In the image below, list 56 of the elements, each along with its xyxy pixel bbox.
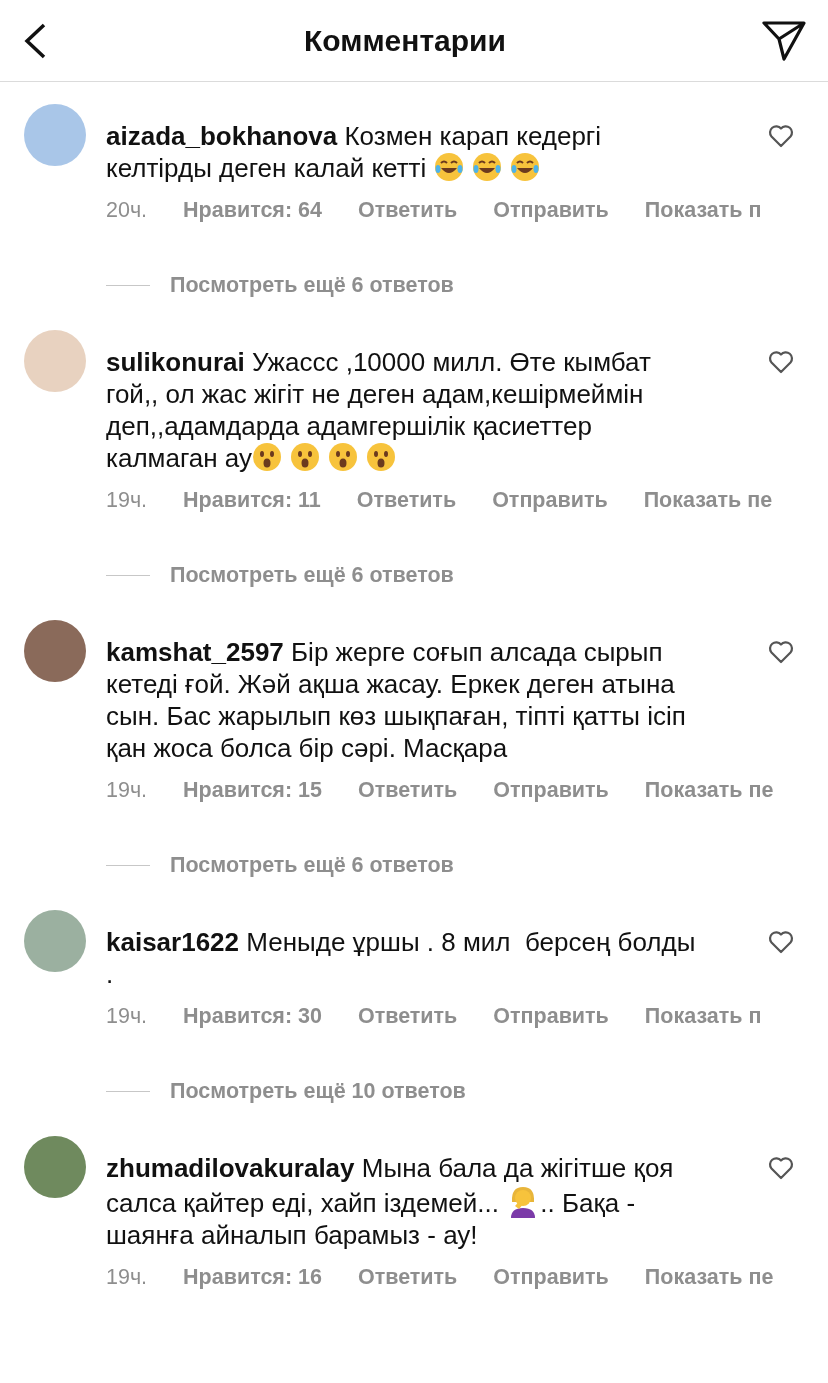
reply-link[interactable]: Ответить xyxy=(356,488,457,513)
like-button[interactable] xyxy=(768,640,794,664)
heart-icon xyxy=(768,1156,794,1180)
likes-count[interactable]: Нравится: 15 xyxy=(183,778,322,803)
laughing-emoji-icon xyxy=(471,152,502,182)
paper-plane-icon xyxy=(762,20,806,61)
view-replies-link[interactable]: Посмотреть ещё 6 ответов xyxy=(170,853,454,878)
comment-time: 19ч. xyxy=(106,778,148,803)
show-translation-link[interactable]: Показать пе xyxy=(643,488,773,513)
share-button[interactable] xyxy=(762,20,806,61)
send-link[interactable]: Отправить xyxy=(493,778,609,803)
reply-link[interactable]: Ответить xyxy=(357,1265,458,1290)
back-icon xyxy=(22,22,48,59)
view-replies-link[interactable]: Посмотреть ещё 6 ответов xyxy=(170,273,454,298)
comment-text: aizada_bokhanova Козмен карап кедергі келтірды деген калай кетті xyxy=(106,120,603,184)
likes-count[interactable]: Нравится: 64 xyxy=(183,198,322,223)
show-translation-link[interactable]: Показать пе xyxy=(644,778,774,803)
laughing-emoji-icon xyxy=(433,152,464,182)
heart-icon xyxy=(768,350,794,374)
surprised-emoji-icon xyxy=(252,442,283,472)
comment-text: zhumadilovakuralay Мына бала да жігітше қоя салса қайтер еді, хайп іздемей... .. Бақа - шаянға айналып барамыз - ау! xyxy=(106,1152,675,1251)
reply-link[interactable]: Ответить xyxy=(357,778,458,803)
comment-time: 19ч. xyxy=(106,1004,148,1029)
like-button[interactable] xyxy=(768,350,794,374)
heart-icon xyxy=(768,930,794,954)
view-replies-link[interactable]: Посмотреть ещё 6 ответов xyxy=(170,563,454,588)
reply-link[interactable]: Ответить xyxy=(357,1004,458,1029)
send-link[interactable]: Отправить xyxy=(492,488,608,513)
like-button[interactable] xyxy=(768,930,794,954)
like-button[interactable] xyxy=(768,124,794,148)
surprised-emoji-icon xyxy=(328,442,359,472)
send-link[interactable]: Отправить xyxy=(493,1265,609,1290)
comment-time: 19ч. xyxy=(106,1265,148,1290)
reply-link[interactable]: Ответить xyxy=(357,198,458,223)
comment-time: 19ч. xyxy=(106,488,148,513)
show-translation-link[interactable]: Показать п xyxy=(644,1004,762,1029)
back-button[interactable] xyxy=(22,22,48,59)
show-translation-link[interactable]: Показать пе xyxy=(644,1265,774,1290)
heart-icon xyxy=(768,640,794,664)
likes-count[interactable]: Нравится: 30 xyxy=(183,1004,322,1029)
page-title: Комментарии xyxy=(304,23,506,58)
heart-icon xyxy=(768,124,794,148)
comment-text: sulikonurai Ужассс ,10000 милл. Өте кымбат гой,, ол жас жігіт не деген адам,кешірмеймін деп,,адамдарда адамгершілік қасиеттер калмаган ау xyxy=(106,346,652,474)
likes-count[interactable]: Нравится: 16 xyxy=(183,1265,322,1290)
send-link[interactable]: Отправить xyxy=(493,1004,609,1029)
show-translation-link[interactable]: Показать п xyxy=(644,198,762,223)
send-link[interactable]: Отправить xyxy=(493,198,609,223)
comment-time: 20ч. xyxy=(106,198,148,223)
laughing-emoji-icon xyxy=(509,152,540,182)
surprised-emoji-icon xyxy=(366,442,397,472)
like-button[interactable] xyxy=(768,1156,794,1180)
comment-text: kamshat_2597 Бір жерге соғып алсада сырып кетеді ғой. Жәй ақша жасау. Еркек деген атына сын. Бас жарылып көз шықпаған, тіпті қатты ісіп қан жоса болса бір сәрі. Масқара xyxy=(106,636,687,764)
view-replies-link[interactable]: Посмотреть ещё 10 ответов xyxy=(170,1079,466,1104)
surprised-emoji-icon xyxy=(290,442,321,472)
comment-text: kaisar1622 Меныде ұршы . 8 мил берсең болды . xyxy=(106,926,697,990)
likes-count[interactable]: Нравится: 11 xyxy=(183,488,321,513)
